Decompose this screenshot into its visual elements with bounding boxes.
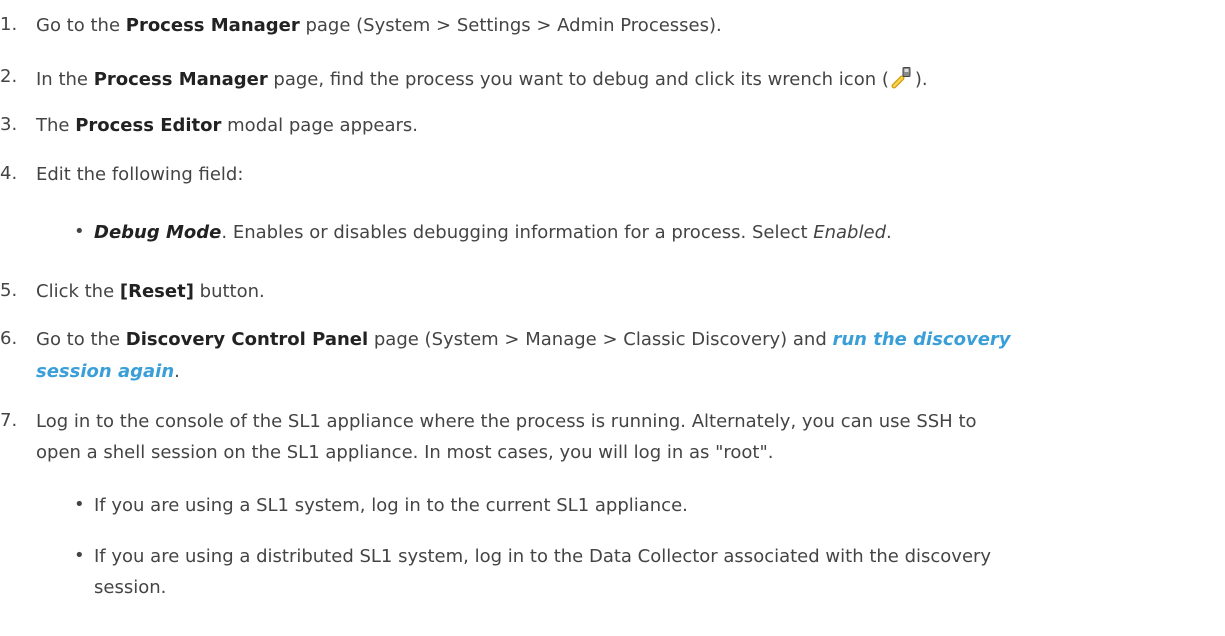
step-6: Go to the Discovery Control Panel page (… <box>36 328 1011 352</box>
step-2: In the Process Manager page, find the pr… <box>36 66 928 92</box>
field-value: Enabled <box>813 222 886 243</box>
field-end: . <box>886 222 892 243</box>
step-text: Click the <box>36 281 120 302</box>
page-name: Process Manager <box>125 15 300 36</box>
wrench-icon <box>890 66 914 90</box>
sub-bullet-2-line-2: session. <box>94 577 167 598</box>
step-6-continued: session again. <box>36 360 180 384</box>
field-description: Debug Mode. Enables or disables debuggin… <box>94 221 892 245</box>
step-number: 4. <box>0 163 18 184</box>
step-text: In the <box>36 69 94 90</box>
step-text: Edit the following field: <box>36 164 244 185</box>
step-text: Go to the <box>36 15 126 36</box>
button-name: [Reset] <box>119 281 194 302</box>
field-name: Debug Mode <box>94 222 222 243</box>
step-text: The <box>36 115 76 136</box>
discovery-link-continued[interactable]: session again <box>36 361 174 382</box>
discovery-link[interactable]: run the discovery <box>832 329 1010 350</box>
page-name: Process Editor <box>75 115 222 136</box>
bullet: • <box>74 221 85 242</box>
bullet: • <box>74 545 85 566</box>
step-number: 1. <box>0 14 18 35</box>
step-text: page (System > Settings > Admin Processe… <box>299 15 722 36</box>
step-text: Go to the <box>36 329 126 350</box>
step-text: button. <box>193 281 265 302</box>
page-name: Process Manager <box>93 69 268 90</box>
step-number: 6. <box>0 328 18 349</box>
step-3: The Process Editor modal page appears. <box>36 114 418 138</box>
step-7-line-2: open a shell session on the SL1 applianc… <box>36 442 774 463</box>
step-number: 2. <box>0 66 18 87</box>
document-page: { "steps": [ {"n": "1.", "a": "Go to the… <box>0 0 1225 636</box>
step-7-line-1: Log in to the console of the SL1 applian… <box>36 411 977 432</box>
step-text: modal page appears. <box>221 115 419 136</box>
step-text: page, find the process you want to debug… <box>267 69 889 90</box>
step-4: Edit the following field: <box>36 163 243 187</box>
field-desc: . Enables or disables debugging informat… <box>221 222 814 243</box>
sub-bullet-2-line-1: If you are using a distributed SL1 syste… <box>94 546 992 567</box>
step-number: 7. <box>0 410 18 431</box>
step-number: 3. <box>0 114 18 135</box>
bullet: • <box>74 494 85 515</box>
step-number: 5. <box>0 280 18 301</box>
step-1: Go to the Process Manager page (System >… <box>36 14 722 38</box>
step-text: page (System > Manage > Classic Discover… <box>368 329 833 350</box>
page-name: Discovery Control Panel <box>125 329 369 350</box>
sub-bullet-1: If you are using a SL1 system, log in to… <box>94 495 688 516</box>
step-text: ). <box>914 69 928 90</box>
step-text: . <box>174 361 180 382</box>
step-5: Click the [Reset] button. <box>36 280 265 304</box>
